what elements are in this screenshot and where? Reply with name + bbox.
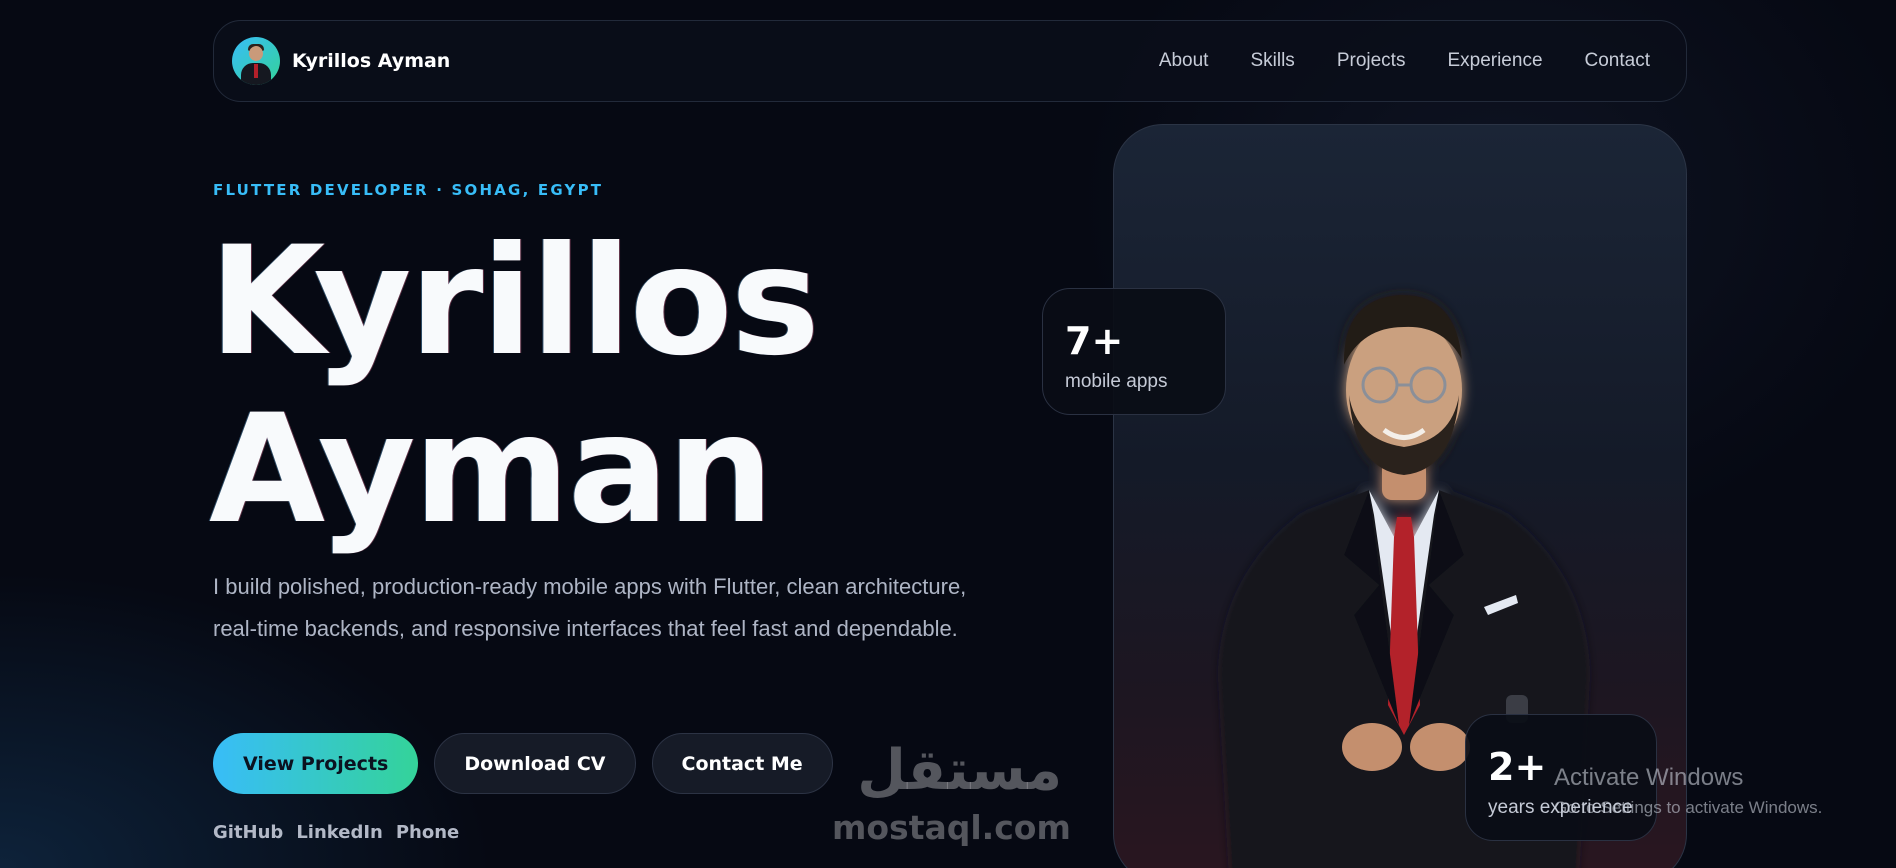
hero-last-name: Ayman — [209, 383, 774, 557]
stat-value: 7+ — [1065, 319, 1124, 363]
stat-card-apps: 7+ mobile apps — [1042, 288, 1226, 415]
brand[interactable]: Kyrillos Ayman — [232, 37, 450, 85]
mostaql-watermark: مستقل mostaql.com — [832, 738, 1071, 850]
brand-name[interactable]: Kyrillos Ayman — [292, 50, 450, 72]
avatar — [232, 37, 280, 85]
github-link[interactable]: GitHub — [213, 822, 283, 843]
watermark-arabic: مستقل — [857, 738, 1062, 803]
hero-title: Kyrillos Ayman — [209, 215, 820, 557]
nav-link-about[interactable]: About — [1159, 50, 1209, 72]
hero-actions: View Projects Download CV Contact Me — [213, 733, 833, 794]
activate-title: Activate Windows — [1554, 764, 1744, 791]
nav-link-contact[interactable]: Contact — [1585, 50, 1650, 72]
contact-me-button[interactable]: Contact Me — [651, 733, 833, 794]
nav-link-projects[interactable]: Projects — [1337, 50, 1406, 72]
view-projects-button[interactable]: View Projects — [213, 733, 419, 794]
hero-first-name: Kyrillos — [209, 215, 820, 389]
nav-links: About Skills Projects Experience Contact — [1159, 50, 1650, 72]
hero-eyebrow: FLUTTER DEVELOPER · SOHAG, EGYPT — [213, 181, 604, 199]
download-cv-button[interactable]: Download CV — [434, 733, 636, 794]
linkedin-link[interactable]: LinkedIn — [296, 822, 383, 843]
social-links: GitHub LinkedIn Phone — [213, 822, 459, 843]
top-navbar: Kyrillos Ayman About Skills Projects Exp… — [213, 20, 1687, 102]
phone-link[interactable]: Phone — [396, 822, 459, 843]
activate-windows-overlay: Activate Windows Go to Settings to activ… — [1554, 764, 1822, 818]
watermark-latin: mostaql.com — [832, 808, 1071, 847]
hero-description: I build polished, production-ready mobil… — [213, 574, 967, 641]
stat-label: mobile apps — [1065, 371, 1168, 392]
activate-subtitle: Go to Settings to activate Windows. — [1554, 798, 1823, 817]
nav-link-experience[interactable]: Experience — [1447, 50, 1542, 72]
nav-link-skills[interactable]: Skills — [1250, 50, 1294, 72]
